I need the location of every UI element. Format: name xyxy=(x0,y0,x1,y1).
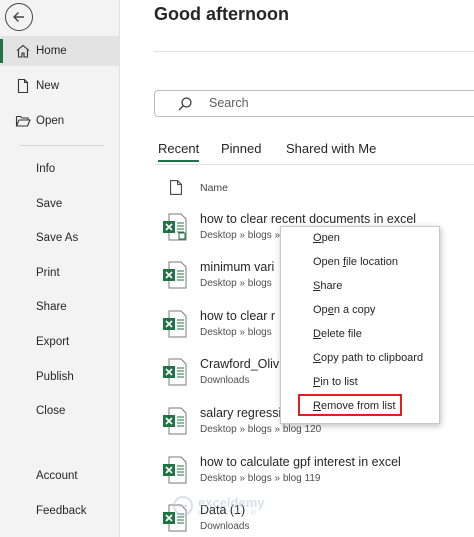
menu-text: Open xyxy=(313,256,343,268)
file-name: salary regressi xyxy=(200,406,282,420)
nav-item-open[interactable]: Open xyxy=(0,106,120,136)
menu-item-open-file-location[interactable]: Open file location xyxy=(313,256,398,268)
file-name: how to clear r xyxy=(200,309,276,323)
file-path: Desktop » blogs xyxy=(200,327,272,338)
file-list-header: Name xyxy=(154,178,474,200)
file-path: Downloads xyxy=(200,375,250,386)
nav-label-feedback: Feedback xyxy=(36,505,87,517)
file-path: Desktop » blogs xyxy=(200,278,272,289)
nav-item-publish[interactable]: Publish xyxy=(0,362,120,392)
nav-label-info: Info xyxy=(36,163,56,175)
nav-label-publish: Publish xyxy=(36,371,74,383)
excel-file-icon xyxy=(163,213,187,241)
tab-recent[interactable]: Recent xyxy=(158,141,200,162)
menu-text: ile location xyxy=(346,256,399,268)
nav-label-close: Close xyxy=(36,405,66,417)
menu-accelerator: D xyxy=(313,328,321,340)
menu-item-share[interactable]: Share xyxy=(313,280,342,292)
search-placeholder: Search xyxy=(209,96,249,110)
nav-item-share[interactable]: Share xyxy=(0,292,120,322)
file-name: how to clear recent documents in excel xyxy=(200,212,417,226)
file-name: Data (1) xyxy=(200,503,246,517)
search-icon xyxy=(178,97,192,111)
nav-label-share: Share xyxy=(36,301,67,313)
file-path: Desktop » blogs » blog 120 xyxy=(200,424,322,435)
excel-file-icon xyxy=(163,407,187,435)
tab-pinned[interactable]: Pinned xyxy=(221,141,261,156)
file-path: Downloads xyxy=(200,521,250,532)
home-icon xyxy=(16,44,30,58)
excel-file-icon xyxy=(163,261,187,289)
excel-file-icon xyxy=(163,504,187,532)
file-row[interactable]: Data (1) Downloads xyxy=(154,499,474,537)
menu-item-open-a-copy[interactable]: Open a copy xyxy=(313,304,375,316)
column-header-name[interactable]: Name xyxy=(200,182,228,194)
nav-label-home: Home xyxy=(36,45,67,57)
menu-text: n a copy xyxy=(333,304,376,316)
menu-accelerator: C xyxy=(313,352,321,364)
menu-text: in to list xyxy=(320,376,358,388)
menu-item-delete-file[interactable]: Delete file xyxy=(313,328,362,340)
menu-item-copy-path[interactable]: Copy path to clipboard xyxy=(313,352,423,364)
nav-label-save-as: Save As xyxy=(36,232,79,244)
file-path: Desktop » blogs » blog 119 xyxy=(200,473,321,484)
nav-item-print[interactable]: Print xyxy=(0,258,120,288)
nav-item-new[interactable]: New xyxy=(0,71,120,101)
file-name: how to calculate gpf interest in excel xyxy=(200,455,401,469)
file-row[interactable]: how to calculate gpf interest in excel D… xyxy=(154,451,474,499)
nav-item-info[interactable]: Info xyxy=(0,154,120,184)
nav-label-account: Account xyxy=(36,470,78,482)
folder-open-icon xyxy=(15,115,31,127)
nav-item-save-as[interactable]: Save As xyxy=(0,223,120,253)
new-document-icon xyxy=(17,78,29,94)
file-type-icon xyxy=(170,180,182,195)
highlight-box xyxy=(298,394,402,416)
page-title: Good afternoon xyxy=(154,4,289,24)
nav-label-open: Open xyxy=(36,115,65,127)
nav-label-export: Export xyxy=(36,336,70,348)
search-input[interactable]: Search xyxy=(154,90,474,117)
excel-file-icon xyxy=(163,310,187,338)
nav-item-home[interactable]: Home xyxy=(0,36,120,66)
menu-item-open[interactable]: Open xyxy=(313,232,340,244)
nav-divider xyxy=(20,145,104,146)
excel-file-icon xyxy=(163,456,187,484)
nav-item-close[interactable]: Close xyxy=(0,396,120,426)
menu-text: Op xyxy=(313,304,328,316)
back-arrow-icon[interactable] xyxy=(5,3,33,31)
menu-item-pin-to-list[interactable]: Pin to list xyxy=(313,376,358,388)
tabs-divider xyxy=(154,164,474,165)
nav-label-save: Save xyxy=(36,198,63,210)
nav-item-feedback[interactable]: Feedback xyxy=(0,496,120,526)
nav-item-export[interactable]: Export xyxy=(0,327,120,357)
file-name: minimum vari xyxy=(200,260,275,274)
tab-shared-with-me[interactable]: Shared with Me xyxy=(286,141,376,156)
backstage-nav: Home New Open Info Save Save As Print Sh… xyxy=(0,0,120,537)
file-name: Crawford_Oliv xyxy=(200,357,280,371)
nav-label-new: New xyxy=(36,80,60,92)
menu-text: hare xyxy=(320,280,343,292)
menu-text: pen xyxy=(321,232,340,244)
menu-text: opy path to clipboard xyxy=(320,352,424,364)
nav-item-save[interactable]: Save xyxy=(0,189,120,219)
menu-text: elete file xyxy=(320,328,362,340)
nav-label-print: Print xyxy=(36,267,60,279)
header-divider xyxy=(154,51,474,52)
excel-file-icon xyxy=(163,358,187,386)
menu-accelerator: O xyxy=(313,232,322,244)
nav-item-account[interactable]: Account xyxy=(0,461,120,491)
